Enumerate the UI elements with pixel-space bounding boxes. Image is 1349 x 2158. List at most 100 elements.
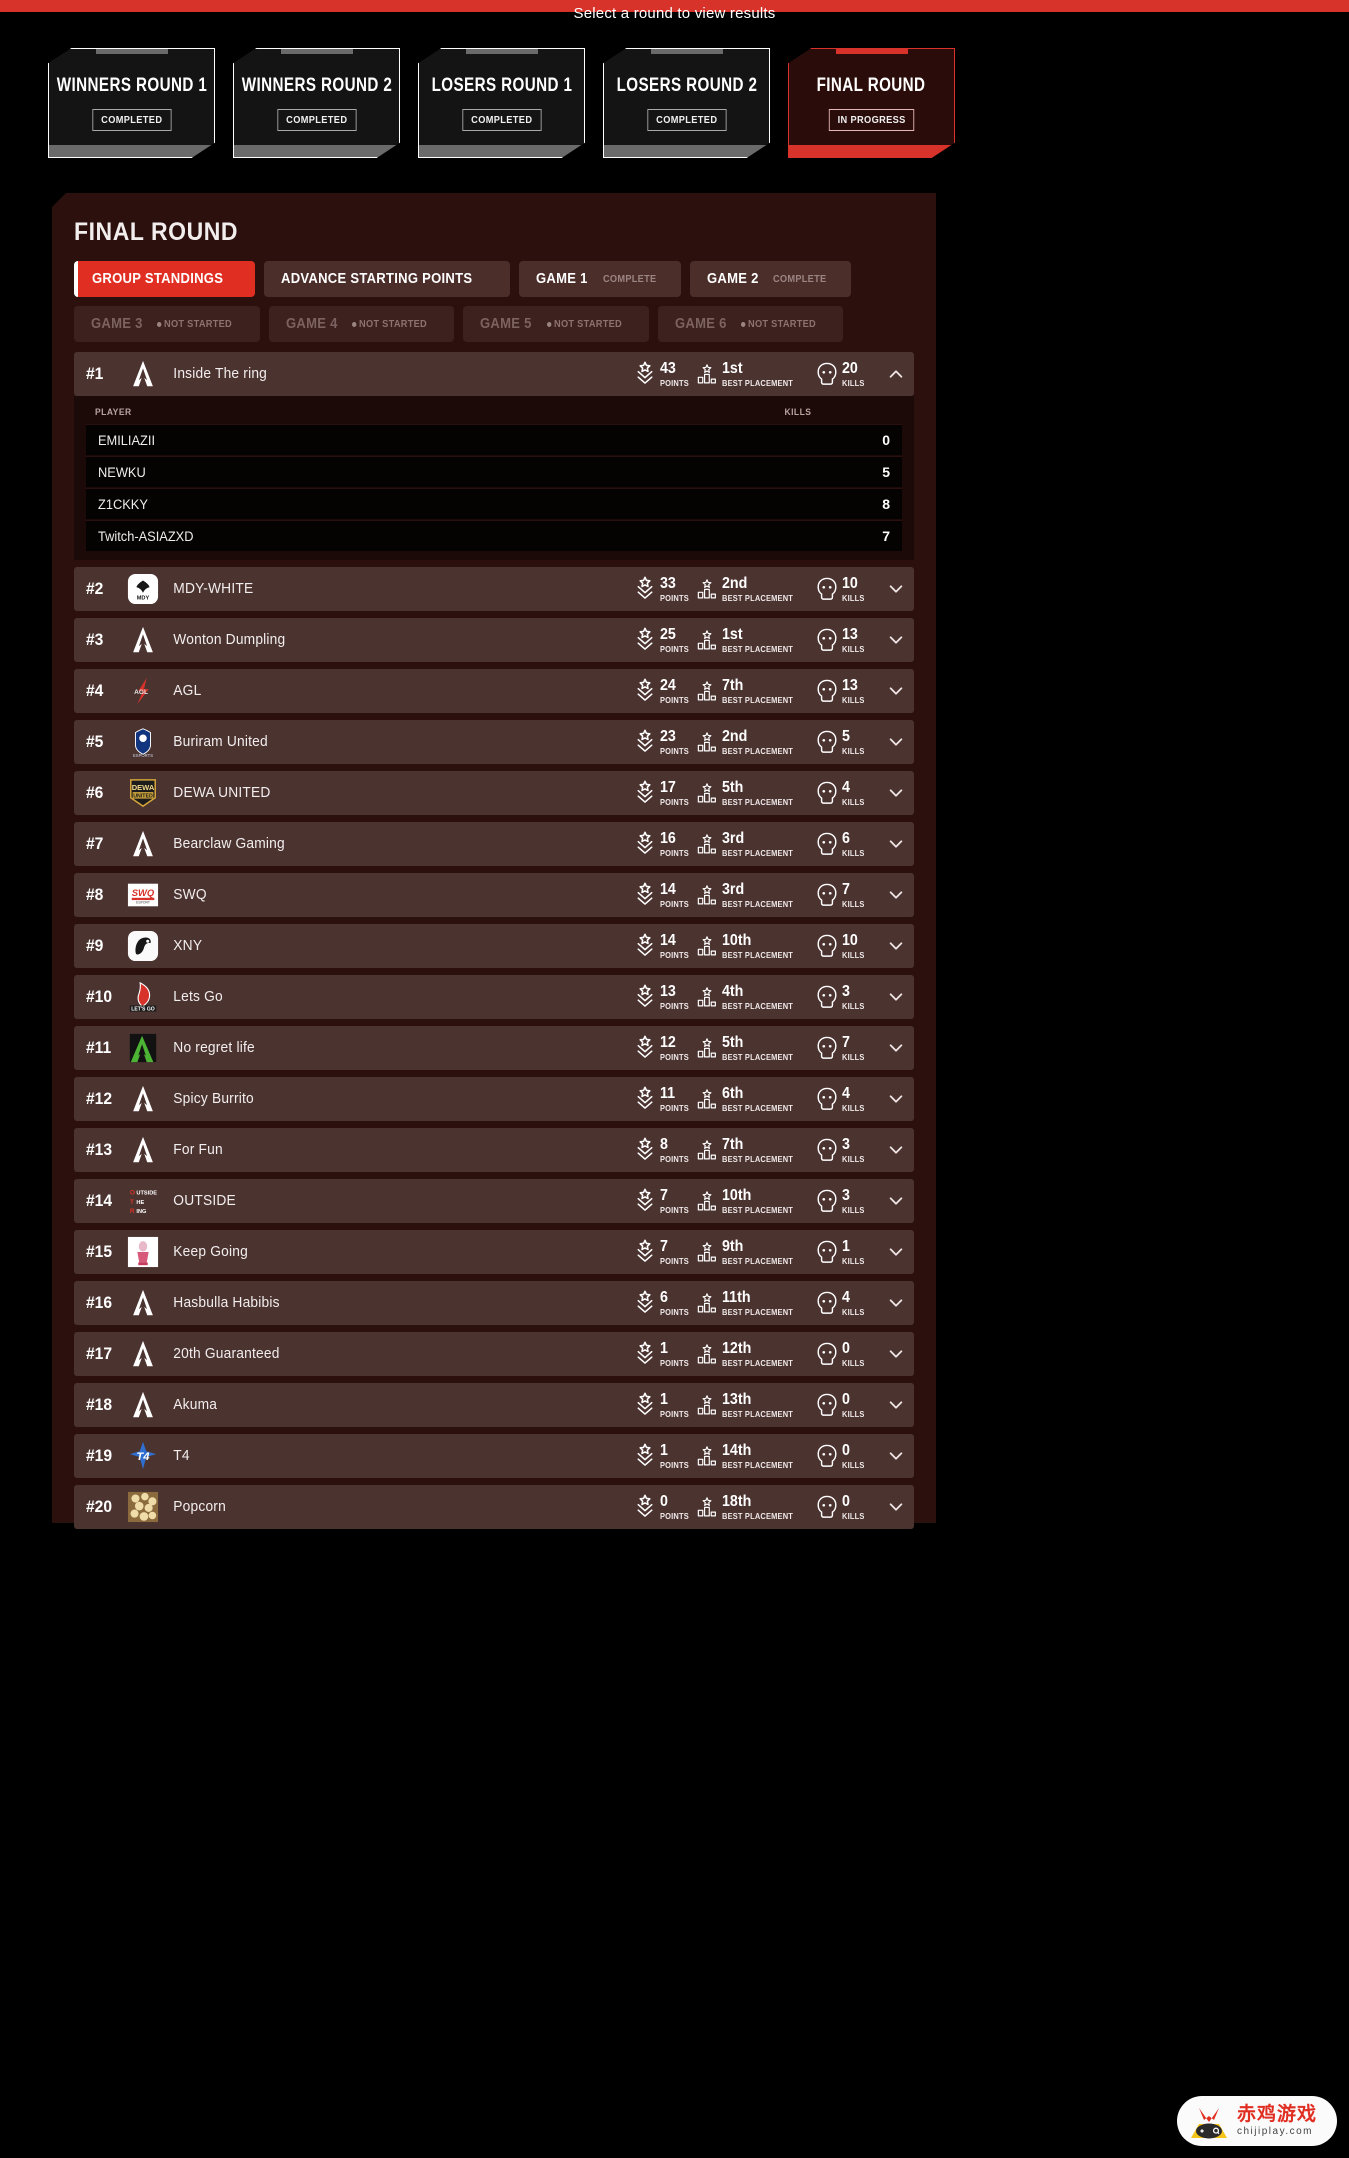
- points-value: 14: [660, 880, 676, 898]
- table-row[interactable]: #18 Akuma 1 POINTS 13th BEST PLACEMENT 0: [74, 1383, 914, 1427]
- table-row[interactable]: #1 Inside The ring 43 POINTS 1st BEST PL…: [74, 352, 914, 396]
- tab-status-text: NOT STARTED: [748, 318, 817, 330]
- table-row[interactable]: #6 DEWA UNITED DEWA UNITED 17 POINTS 5th …: [74, 771, 914, 815]
- stat-points: 0 POINTS: [634, 1492, 696, 1522]
- placement-value: 14th: [722, 1441, 752, 1459]
- round-card-title: WINNERS ROUND 2: [241, 75, 392, 96]
- table-row[interactable]: #12 Spicy Burrito 11 POINTS 6th BEST PLA…: [74, 1077, 914, 1121]
- table-row[interactable]: #14 O UTSIDE T HE R ING OUTSIDE 7 POINTS 10th…: [74, 1179, 914, 1223]
- chevron-down-icon[interactable]: [878, 631, 914, 649]
- table-row[interactable]: #3 Wonton Dumpling 25 POINTS 1st BEST PL…: [74, 618, 914, 662]
- chijiplay-logo-icon: [1187, 2102, 1231, 2140]
- round-card-notch-bottom: [49, 145, 214, 157]
- svg-text:UTSIDE: UTSIDE: [136, 1190, 157, 1196]
- round-card-5[interactable]: FINAL ROUND IN PROGRESS: [788, 48, 955, 158]
- round-card-4[interactable]: LOSERS ROUND 2 COMPLETED: [603, 48, 770, 158]
- table-row[interactable]: #9 XNY 14 POINTS 10th BEST PLACEMENT 10 …: [74, 924, 914, 968]
- table-row[interactable]: #16 Hasbulla Habibis 6 POINTS 11th BEST …: [74, 1281, 914, 1325]
- chevron-down-icon[interactable]: [878, 1192, 914, 1210]
- placement-value: 6th: [722, 1084, 744, 1102]
- team-rank: #18: [85, 1395, 113, 1414]
- chevron-down-icon[interactable]: [878, 1498, 914, 1516]
- chevron-down-icon[interactable]: [878, 1039, 914, 1057]
- points-value: 7: [660, 1237, 668, 1255]
- chevron-down-icon[interactable]: [878, 1447, 914, 1465]
- tab-game-1[interactable]: GAME 1 COMPLETE: [519, 261, 681, 297]
- svg-text:R: R: [130, 1208, 135, 1215]
- tab-game-2[interactable]: GAME 2 COMPLETE: [689, 261, 851, 297]
- stat-kills: 0 KILLS: [816, 1441, 878, 1471]
- chevron-down-icon[interactable]: [878, 1243, 914, 1261]
- standings-entry: #19 T4 T4 1 POINTS 14th BEST PLACEMENT 0…: [74, 1434, 914, 1478]
- chevron-down-icon[interactable]: [878, 835, 914, 853]
- apex-icon: [126, 1133, 160, 1167]
- chevron-down-icon[interactable]: [878, 1090, 914, 1108]
- table-row[interactable]: #7 Bearclaw Gaming 16 POINTS 3rd BEST PL…: [74, 822, 914, 866]
- points-value: 7: [660, 1186, 668, 1204]
- tab-game-4[interactable]: GAME 4 NOT STARTED: [268, 306, 455, 342]
- table-row[interactable]: #11 No regret life 12 POINTS 5th BEST PL…: [74, 1026, 914, 1070]
- round-card-3[interactable]: LOSERS ROUND 1 COMPLETED: [418, 48, 585, 158]
- kills-value: 3: [842, 1135, 850, 1153]
- stat-best-placement: 4th BEST PLACEMENT: [696, 982, 816, 1012]
- tab-advance-starting-points[interactable]: ADVANCE STARTING POINTS: [263, 261, 511, 297]
- placement-label: BEST PLACEMENT: [722, 695, 794, 705]
- chevron-down-icon[interactable]: [878, 580, 914, 598]
- tab-game-6[interactable]: GAME 6 NOT STARTED: [657, 306, 844, 342]
- chevron-down-icon[interactable]: [878, 784, 914, 802]
- chevron-up-icon[interactable]: [878, 365, 914, 383]
- chevron-down-icon[interactable]: [878, 937, 914, 955]
- placement-label: BEST PLACEMENT: [722, 1307, 794, 1317]
- chevron-down-icon[interactable]: [878, 1396, 914, 1414]
- table-row[interactable]: #5 ESPORTS Buriram United 23 POINTS 2nd …: [74, 720, 914, 764]
- watermark: 赤鸡游戏 chijiplay.com: [1177, 2096, 1337, 2146]
- table-row[interactable]: #17 20th Guaranteed 1 POINTS 12th BEST P…: [74, 1332, 914, 1376]
- kills-label: KILLS: [842, 848, 865, 858]
- table-row[interactable]: #20 Popcorn 0 POINTS 18th BEST PLACEMENT…: [74, 1485, 914, 1529]
- stat-points: 1 POINTS: [634, 1390, 696, 1420]
- stat-kills: 0 KILLS: [816, 1390, 878, 1420]
- skull-icon: [816, 880, 838, 910]
- standings-entry: #15 Keep Going 7 POINTS 9th BEST PLACEME…: [74, 1230, 914, 1274]
- round-card-status-badge: COMPLETED: [277, 109, 356, 131]
- noregret-logo-icon: [126, 1031, 160, 1065]
- team-name: Bearclaw Gaming: [173, 836, 285, 852]
- tab-game-3[interactable]: GAME 3 NOT STARTED: [74, 306, 260, 342]
- chevron-down-icon[interactable]: [878, 1294, 914, 1312]
- placement-label: BEST PLACEMENT: [722, 644, 794, 654]
- tab-status-text: NOT STARTED: [553, 318, 622, 330]
- stat-best-placement: 13th BEST PLACEMENT: [696, 1390, 816, 1420]
- tab-group-standings[interactable]: GROUP STANDINGS: [74, 261, 255, 297]
- round-card-status-badge: COMPLETED: [92, 109, 171, 131]
- stat-best-placement: 6th BEST PLACEMENT: [696, 1084, 816, 1114]
- chevron-down-icon[interactable]: [878, 886, 914, 904]
- stat-best-placement: 7th BEST PLACEMENT: [696, 1135, 816, 1165]
- points-badge-icon: [634, 359, 656, 389]
- points-badge-icon: [634, 1492, 656, 1522]
- chevron-down-icon[interactable]: [878, 988, 914, 1006]
- team-rank: #9: [85, 936, 104, 955]
- chevron-down-icon[interactable]: [878, 733, 914, 751]
- points-value: 6: [660, 1288, 668, 1306]
- kills-label: KILLS: [842, 746, 865, 756]
- table-row[interactable]: #15 Keep Going 7 POINTS 9th BEST PLACEME…: [74, 1230, 914, 1274]
- points-badge-icon: [634, 574, 656, 604]
- chevron-down-icon[interactable]: [878, 682, 914, 700]
- table-row[interactable]: #19 T4 T4 1 POINTS 14th BEST PLACEMENT 0…: [74, 1434, 914, 1478]
- round-card-1[interactable]: WINNERS ROUND 1 COMPLETED: [48, 48, 215, 158]
- table-row[interactable]: #4 AGL AGL 24 POINTS 7th BEST PLACEMENT …: [74, 669, 914, 713]
- podium-star-icon: [696, 676, 718, 706]
- svg-text:T: T: [130, 1199, 134, 1206]
- table-row[interactable]: #10 LET'S GO Lets Go 13 POINTS 4th BEST …: [74, 975, 914, 1019]
- kills-label: KILLS: [842, 1103, 865, 1113]
- table-row[interactable]: #13 For Fun 8 POINTS 7th BEST PLACEMENT …: [74, 1128, 914, 1172]
- table-row[interactable]: #8 SWQ ESPORT SWQ 14 POINTS 3rd BEST PLAC…: [74, 873, 914, 917]
- svg-text:UNITED: UNITED: [133, 794, 153, 800]
- tab-label: GAME 5: [480, 316, 532, 332]
- chevron-down-icon[interactable]: [878, 1345, 914, 1363]
- round-card-2[interactable]: WINNERS ROUND 2 COMPLETED: [233, 48, 400, 158]
- table-row[interactable]: #2 MDY MDY-WHITE 33 POINTS 2nd BEST PLAC…: [74, 567, 914, 611]
- tab-game-5[interactable]: GAME 5 NOT STARTED: [463, 306, 649, 342]
- apex-icon: [126, 1388, 160, 1422]
- chevron-down-icon[interactable]: [878, 1141, 914, 1159]
